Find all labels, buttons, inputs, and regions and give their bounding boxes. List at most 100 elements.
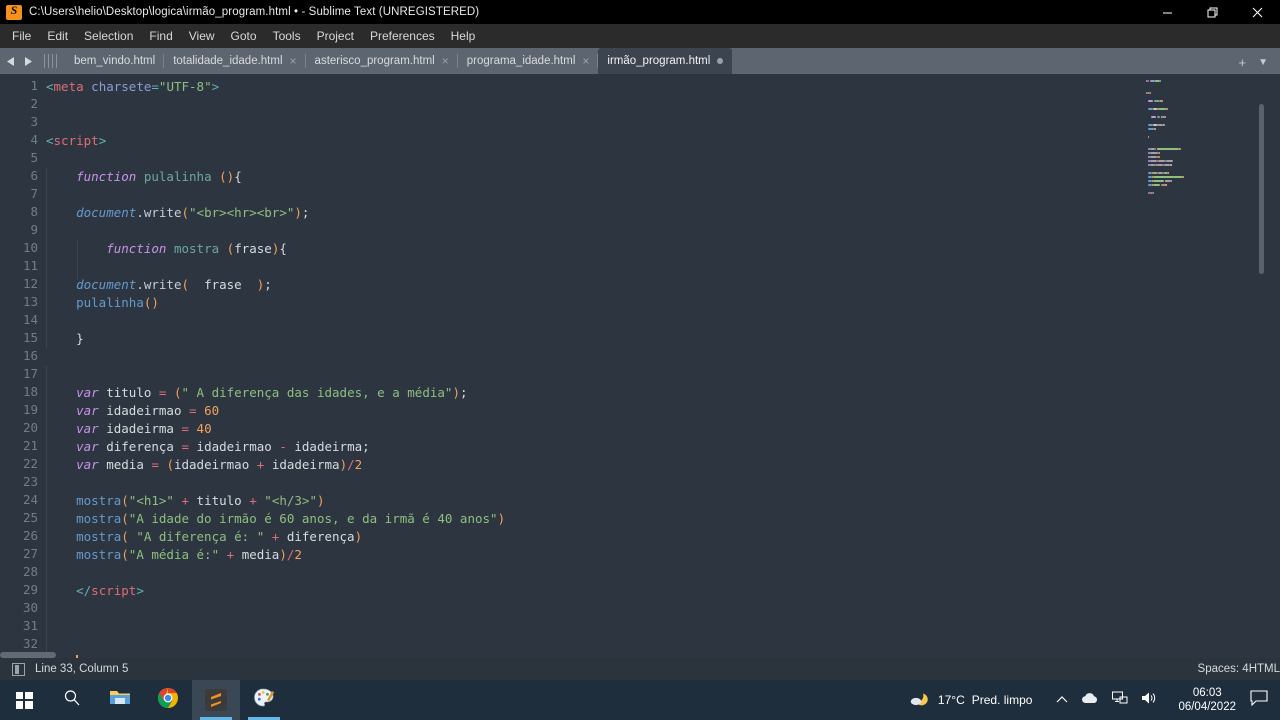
new-tab-button[interactable]: + [1239, 55, 1247, 70]
sidebar-toggle-icon[interactable] [12, 662, 25, 676]
system-tray: 17°C Pred. limpo 06:03 06/04/2022 [899, 680, 1280, 720]
window-title: C:\Users\helio\Desktop\logica\irmão_prog… [29, 6, 480, 18]
tabbar-actions: + ▼ [1239, 55, 1280, 74]
sublime-text-button[interactable] [192, 680, 240, 720]
code-line[interactable]: } [46, 330, 1280, 348]
minimap-token [1152, 184, 1161, 186]
code-content[interactable]: <meta charsete="UTF-8"> <script> function… [46, 74, 1280, 658]
tab-list: bem_vindo.html totalidade_idade.html × aste… [65, 48, 1239, 74]
minimap-token [1148, 100, 1154, 102]
code-line[interactable] [46, 366, 1280, 384]
clock[interactable]: 06:03 06/04/2022 [1168, 686, 1246, 714]
tab-close-icon[interactable]: × [582, 55, 589, 67]
tab-irmão_program-html[interactable]: irmão_program.html [598, 48, 733, 74]
syntax-setting[interactable]: HTML [1249, 663, 1280, 675]
code-token: 60 [204, 403, 220, 418]
minimap-line [1146, 176, 1266, 179]
start-button[interactable] [0, 680, 48, 720]
arrow-left-icon[interactable] [6, 56, 16, 67]
code-line[interactable]: mostra("A média é:" + media)/2 [46, 546, 1280, 564]
code-line[interactable] [46, 186, 1280, 204]
minimize-button[interactable] [1145, 0, 1190, 24]
code-line[interactable]: document.write( frase ); [46, 276, 1280, 294]
code-line[interactable]: <meta charsete="UTF-8"> [46, 78, 1280, 96]
code-line[interactable] [46, 474, 1280, 492]
code-token: </ [76, 583, 92, 598]
tab-label: irmão_program.html [607, 55, 711, 67]
tab-close-icon[interactable]: × [290, 55, 297, 67]
menu-item-view[interactable]: View [181, 27, 223, 46]
line-number: 21 [22, 438, 38, 453]
line-number: 3 [30, 114, 38, 129]
tab-menu-button[interactable]: ▼ [1258, 57, 1268, 68]
menu-item-preferences[interactable]: Preferences [362, 27, 443, 46]
menu-item-find[interactable]: Find [141, 27, 180, 46]
menu-item-help[interactable]: Help [443, 27, 484, 46]
code-line[interactable]: function pulalinha (){ [46, 168, 1280, 186]
code-line[interactable]: mostra("<h1>" + titulo + "<h/3>") [46, 492, 1280, 510]
menu-item-edit[interactable]: Edit [39, 27, 76, 46]
code-line[interactable] [46, 636, 1280, 654]
minimap-line [1146, 144, 1266, 147]
code-line[interactable]: var diferença = idadeirmao - idadeirma; [46, 438, 1280, 456]
network-icon[interactable] [1112, 691, 1128, 710]
notifications-button[interactable] [1246, 689, 1280, 711]
code-line[interactable]: mostra( "A diferença é: " + diferença) [46, 528, 1280, 546]
speaker-icon[interactable] [1141, 691, 1158, 710]
code-line[interactable] [46, 312, 1280, 330]
tab-asterisco_program-html[interactable]: asterisco_program.html × [306, 48, 458, 74]
indentation-setting[interactable]: Spaces: 4 [1198, 663, 1249, 675]
code-line[interactable] [46, 564, 1280, 582]
menu-item-selection[interactable]: Selection [76, 27, 141, 46]
code-line[interactable]: <script> [46, 132, 1280, 150]
code-line[interactable] [46, 150, 1280, 168]
menu-item-file[interactable]: File [4, 27, 39, 46]
code-line[interactable]: pulalinha() [46, 294, 1280, 312]
tab-close-icon[interactable]: × [442, 55, 449, 67]
code-line[interactable]: var media = (idadeirmao + idadeirma)/2 [46, 456, 1280, 474]
file-explorer-button[interactable] [96, 680, 144, 720]
arrow-right-icon[interactable] [23, 56, 33, 67]
code-line[interactable]: var idadeirma = 40 [46, 420, 1280, 438]
code-line[interactable] [46, 348, 1280, 366]
tab-totalidade_idade-html[interactable]: totalidade_idade.html × [164, 48, 306, 74]
weather-widget[interactable]: 17°C Pred. limpo [899, 690, 1043, 711]
code-line[interactable]: var idadeirmao = 60 [46, 402, 1280, 420]
minimap-line [1146, 180, 1266, 183]
chevron-up-icon[interactable] [1056, 691, 1068, 709]
search-button[interactable] [48, 680, 96, 720]
code-token: 2 [294, 547, 302, 562]
code-line[interactable]: function mostra (frase){ [46, 240, 1280, 258]
minimap[interactable] [1146, 74, 1266, 658]
paint-button[interactable] [240, 680, 288, 720]
code-line[interactable] [46, 96, 1280, 114]
code-line[interactable]: </script> [46, 582, 1280, 600]
menu-item-tools[interactable]: Tools [265, 27, 309, 46]
chrome-button[interactable] [144, 680, 192, 720]
code-editor[interactable]: 1 2 3 4 5 6 7 8 9 10 11 12 13 14 15 16 17 18 19 20 21 22 23 24 2… [0, 74, 1280, 658]
tab-programa_idade-html[interactable]: programa_idade.html × [458, 48, 599, 74]
maximize-button[interactable] [1190, 0, 1235, 24]
tab-bem_vindo-html[interactable]: bem_vindo.html [65, 48, 165, 74]
code-line[interactable] [46, 618, 1280, 636]
code-token: ( [173, 385, 182, 400]
code-line[interactable]: document.write("<br><hr><br>"); [46, 204, 1280, 222]
window-controls [1145, 0, 1280, 24]
close-button[interactable] [1235, 0, 1280, 24]
weather-condition: Pred. limpo [971, 693, 1033, 707]
code-token: { [279, 241, 287, 256]
code-line[interactable] [46, 114, 1280, 132]
unsaved-indicator-icon [717, 58, 724, 64]
menu-item-goto[interactable]: Goto [223, 27, 265, 46]
code-line[interactable]: var titulo = (" A diferença das idades, … [46, 384, 1280, 402]
code-line[interactable] [46, 258, 1280, 276]
code-line[interactable] [46, 600, 1280, 618]
sublime-text-icon [205, 689, 227, 711]
code-token: = [151, 457, 159, 472]
cloud-icon[interactable] [1081, 691, 1099, 709]
code-line[interactable]: mostra("A idade do irmão é 60 anos, e da… [46, 510, 1280, 528]
minimap-token [1167, 108, 1169, 110]
menu-item-project[interactable]: Project [309, 27, 362, 46]
code-line[interactable] [46, 222, 1280, 240]
code-token: document [76, 277, 137, 292]
